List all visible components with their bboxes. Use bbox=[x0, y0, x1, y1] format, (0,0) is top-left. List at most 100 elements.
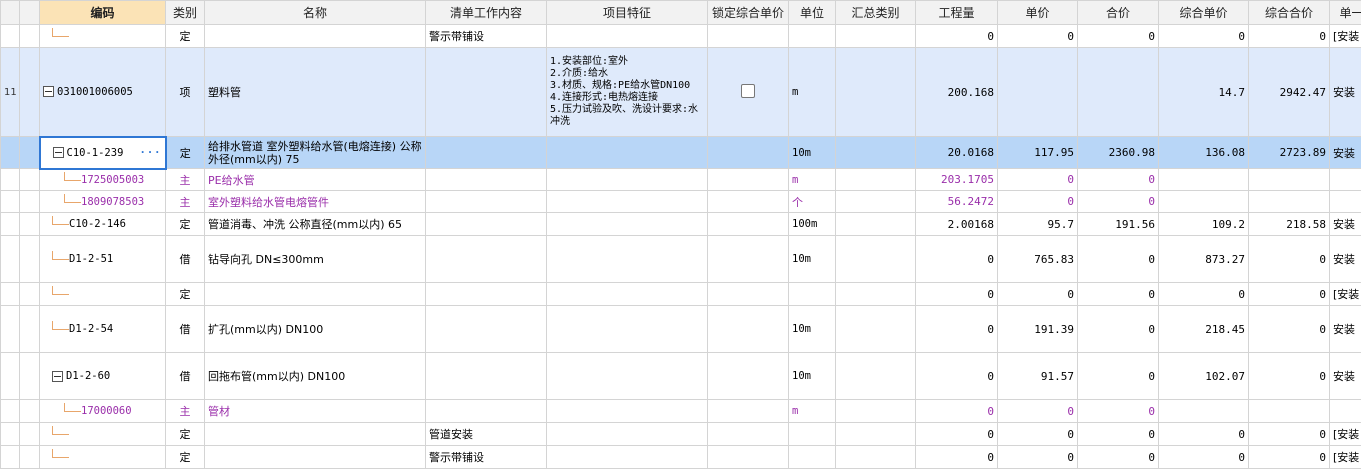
name-header[interactable]: 名称 bbox=[204, 0, 426, 25]
lock-cell[interactable] bbox=[707, 235, 789, 283]
price-cell[interactable] bbox=[997, 47, 1078, 137]
table-row[interactable]: D1-2-60 借 回拖布管(mm以内) DN100 10m 0 91.57 0… bbox=[0, 352, 1361, 400]
collapse-minus-icon[interactable] bbox=[52, 370, 63, 382]
unit-cell[interactable]: m bbox=[788, 399, 836, 423]
lock-cell[interactable] bbox=[707, 445, 789, 469]
summary-cell[interactable] bbox=[835, 422, 916, 446]
work-cell[interactable] bbox=[425, 212, 547, 236]
feature-cell[interactable] bbox=[546, 282, 708, 306]
code-cell[interactable]: D1-2-54 bbox=[39, 305, 166, 353]
feature-cell[interactable] bbox=[546, 352, 708, 400]
type-cell[interactable]: 借 bbox=[165, 352, 205, 400]
name-cell[interactable]: 给排水管道 室外塑料给水管(电熔连接) 公称外径(mm以内) 75 bbox=[204, 136, 426, 169]
comp-price-cell[interactable]: 0 bbox=[1158, 24, 1249, 48]
name-cell[interactable]: 钻导向孔 DN≤300mm bbox=[204, 235, 426, 283]
ellipsis-icon[interactable]: ··· bbox=[140, 147, 162, 159]
summary-cell[interactable] bbox=[835, 399, 916, 423]
code-cell[interactable]: D1-2-60 bbox=[39, 352, 166, 400]
unit-cell[interactable]: 10m bbox=[788, 305, 836, 353]
extra-cell[interactable]: [安装 bbox=[1329, 282, 1361, 306]
total-cell[interactable]: 0 bbox=[1077, 445, 1159, 469]
lock-cell[interactable] bbox=[707, 399, 789, 423]
total-cell[interactable]: 2360.98 bbox=[1077, 136, 1159, 169]
summary-cell[interactable] bbox=[835, 190, 916, 213]
total-cell[interactable]: 0 bbox=[1077, 305, 1159, 353]
unit-header[interactable]: 单位 bbox=[788, 0, 836, 25]
table-row[interactable]: 定 0 0 0 0 0 [安装 bbox=[0, 282, 1361, 306]
total-cell[interactable]: 0 bbox=[1077, 352, 1159, 400]
feature-cell[interactable] bbox=[546, 399, 708, 423]
summary-header[interactable]: 汇总类别 bbox=[835, 0, 916, 25]
comp-total-cell[interactable]: 0 bbox=[1248, 235, 1330, 283]
comp-price-cell[interactable] bbox=[1158, 399, 1249, 423]
summary-cell[interactable] bbox=[835, 47, 916, 137]
work-cell[interactable]: 管道安装 bbox=[425, 422, 547, 446]
comp-price-cell[interactable]: 0 bbox=[1158, 282, 1249, 306]
table-row[interactable]: 11 031001006005 项 塑料管 1.安装部位:室外 2.介质:给水 … bbox=[0, 47, 1361, 137]
code-cell[interactable]: 17000060 bbox=[39, 399, 166, 423]
name-cell[interactable]: 室外塑料给水管电熔管件 bbox=[204, 190, 426, 213]
comp-price-header[interactable]: 综合单价 bbox=[1158, 0, 1249, 25]
unit-cell[interactable]: 100m bbox=[788, 212, 836, 236]
name-cell[interactable]: 管道消毒、冲洗 公称直径(mm以内) 65 bbox=[204, 212, 426, 236]
price-cell[interactable]: 91.57 bbox=[997, 352, 1078, 400]
type-cell[interactable]: 借 bbox=[165, 305, 205, 353]
total-cell[interactable]: 191.56 bbox=[1077, 212, 1159, 236]
table-row[interactable]: D1-2-54 借 扩孔(mm以内) DN100 10m 0 191.39 0 … bbox=[0, 305, 1361, 353]
unit-cell[interactable]: 10m bbox=[788, 136, 836, 169]
table-row[interactable]: 定 警示带铺设 0 0 0 0 0 [安装 bbox=[0, 24, 1361, 48]
qty-cell[interactable]: 0 bbox=[915, 445, 998, 469]
comp-total-cell[interactable]: 0 bbox=[1248, 445, 1330, 469]
summary-cell[interactable] bbox=[835, 168, 916, 191]
feature-cell[interactable] bbox=[546, 445, 708, 469]
code-cell[interactable]: 1809078503 bbox=[39, 190, 166, 213]
comp-price-cell[interactable]: 109.2 bbox=[1158, 212, 1249, 236]
name-cell[interactable]: PE给水管 bbox=[204, 168, 426, 191]
code-header[interactable]: 编码 bbox=[39, 0, 166, 25]
type-cell[interactable]: 定 bbox=[165, 24, 205, 48]
name-cell[interactable]: 回拖布管(mm以内) DN100 bbox=[204, 352, 426, 400]
work-cell[interactable] bbox=[425, 352, 547, 400]
comp-total-cell[interactable] bbox=[1248, 168, 1330, 191]
table-row[interactable]: 定 管道安装 0 0 0 0 0 [安装 bbox=[0, 422, 1361, 446]
comp-total-cell[interactable]: 218.58 bbox=[1248, 212, 1330, 236]
feature-cell[interactable] bbox=[546, 422, 708, 446]
total-cell[interactable]: 0 bbox=[1077, 235, 1159, 283]
price-cell[interactable]: 0 bbox=[997, 190, 1078, 213]
name-cell[interactable]: 塑料管 bbox=[204, 47, 426, 137]
comp-total-cell[interactable] bbox=[1248, 399, 1330, 423]
comp-price-cell[interactable]: 136.08 bbox=[1158, 136, 1249, 169]
code-cell[interactable]: C10-2-146 bbox=[39, 212, 166, 236]
qty-cell[interactable]: 20.0168 bbox=[915, 136, 998, 169]
extra-cell[interactable] bbox=[1329, 399, 1361, 423]
feature-cell[interactable] bbox=[546, 235, 708, 283]
price-cell[interactable]: 117.95 bbox=[997, 136, 1078, 169]
unit-cell[interactable]: m bbox=[788, 168, 836, 191]
comp-price-cell[interactable]: 0 bbox=[1158, 422, 1249, 446]
total-cell[interactable]: 0 bbox=[1077, 24, 1159, 48]
name-cell[interactable]: 扩孔(mm以内) DN100 bbox=[204, 305, 426, 353]
collapse-minus-icon[interactable] bbox=[43, 86, 54, 98]
feature-cell[interactable] bbox=[546, 24, 708, 48]
feature-cell[interactable] bbox=[546, 136, 708, 169]
type-cell[interactable]: 定 bbox=[165, 136, 205, 169]
lock-cell[interactable] bbox=[707, 305, 789, 353]
comp-total-cell[interactable]: 0 bbox=[1248, 352, 1330, 400]
lock-cell[interactable] bbox=[707, 136, 789, 169]
unit-cell[interactable]: 10m bbox=[788, 235, 836, 283]
price-cell[interactable]: 0 bbox=[997, 445, 1078, 469]
lock-cell[interactable] bbox=[707, 212, 789, 236]
extra-cell[interactable]: 安装 bbox=[1329, 352, 1361, 400]
price-cell[interactable]: 0 bbox=[997, 24, 1078, 48]
feature-cell[interactable]: 1.安装部位:室外 2.介质:给水 3.材质、规格:PE给水管DN100 4.连… bbox=[546, 47, 708, 137]
comp-total-cell[interactable]: 0 bbox=[1248, 282, 1330, 306]
price-header[interactable]: 单价 bbox=[997, 0, 1078, 25]
name-cell[interactable] bbox=[204, 445, 426, 469]
summary-cell[interactable] bbox=[835, 212, 916, 236]
comp-price-cell[interactable]: 873.27 bbox=[1158, 235, 1249, 283]
summary-cell[interactable] bbox=[835, 24, 916, 48]
code-cell[interactable] bbox=[39, 24, 166, 48]
type-cell[interactable]: 定 bbox=[165, 282, 205, 306]
type-header[interactable]: 类别 bbox=[165, 0, 205, 25]
qty-cell[interactable]: 0 bbox=[915, 422, 998, 446]
